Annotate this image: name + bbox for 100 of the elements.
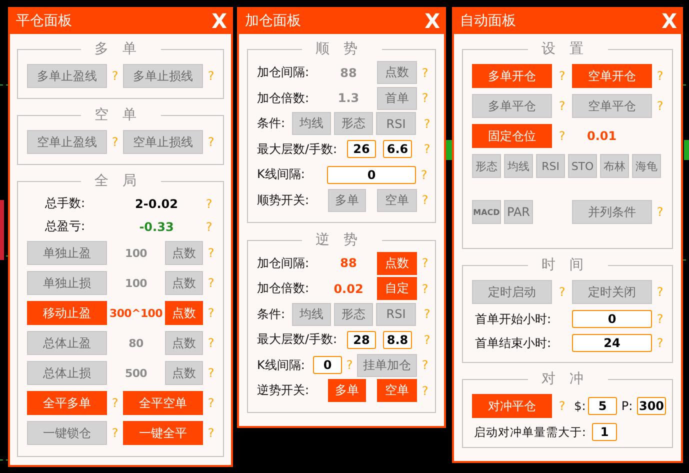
option-button[interactable]: 多单平仓 [472,94,552,118]
option-button[interactable]: 多单止盈线 [27,64,107,88]
option-button[interactable]: 点数 [165,361,203,385]
number-field[interactable]: 0 [572,310,652,328]
help-mark[interactable]: ? [417,193,433,207]
help-mark[interactable]: ? [552,129,572,143]
help-mark[interactable]: ? [203,306,219,320]
help-mark[interactable]: ? [203,396,219,410]
option-button[interactable]: 单独止损 [27,271,107,295]
option-button[interactable]: 定时关闭 [572,280,652,304]
help-mark[interactable]: ? [201,220,217,234]
option-button[interactable]: 点数 [165,301,203,325]
option-button[interactable]: 空单 [377,379,417,402]
option-button[interactable]: 全平多单 [27,391,107,415]
help-mark[interactable]: ? [107,69,123,83]
close-button[interactable]: X [212,10,227,32]
option-button[interactable]: 均线 [292,302,331,326]
number-field[interactable]: 6.6 [383,140,412,158]
help-mark[interactable]: ? [417,358,433,372]
help-mark[interactable]: ? [419,332,435,346]
help-mark[interactable]: ? [203,69,219,83]
close-button[interactable]: X [662,10,677,32]
number-field[interactable]: 300 [637,397,666,415]
option-button[interactable]: RSI [536,154,565,178]
option-button[interactable]: 一键全平 [123,421,203,445]
help-mark[interactable]: ? [416,168,432,182]
help-mark[interactable]: ? [552,399,572,413]
option-button[interactable]: 多单止损线 [123,64,203,88]
option-button[interactable]: 点数 [165,241,203,265]
help-mark[interactable]: ? [419,307,435,321]
help-mark[interactable]: ? [552,69,572,83]
help-mark[interactable]: ? [203,426,219,440]
help-mark[interactable]: ? [203,276,219,290]
number-field[interactable]: 24 [572,334,652,352]
option-button[interactable]: 全平空单 [123,391,203,415]
option-button[interactable]: 单独止盈 [27,241,107,265]
option-button[interactable]: 总体止损 [27,361,107,385]
option-button[interactable]: 均线 [292,112,331,135]
option-button[interactable]: RSI [376,302,416,326]
option-button[interactable]: 一键锁仓 [27,421,107,445]
option-button[interactable]: 总体止盈 [27,331,107,355]
option-button[interactable]: 并列条件 [572,200,652,224]
option-button[interactable]: 首单 [377,86,417,110]
option-button[interactable]: 点数 [377,252,417,274]
option-button[interactable]: 空单止损线 [123,130,203,154]
option-button[interactable]: 空单开仓 [572,64,652,88]
help-mark[interactable]: ? [417,282,433,296]
option-button[interactable]: 多单开仓 [472,64,552,88]
help-mark[interactable]: ? [417,91,433,105]
option-button[interactable]: 固定仓位 [472,124,552,148]
option-button[interactable]: STO [568,154,597,178]
option-button[interactable]: 多单 [328,188,366,212]
option-button[interactable]: 空单平仓 [572,94,652,118]
help-mark[interactable]: ? [652,285,668,299]
number-field[interactable]: 28 [347,330,376,348]
help-mark[interactable]: ? [342,358,357,372]
help-mark[interactable]: ? [419,142,435,156]
option-button[interactable]: 定时启动 [472,280,552,304]
option-button[interactable]: PAR [504,200,533,224]
help-mark[interactable]: ? [419,116,435,130]
help-mark[interactable]: ? [652,99,668,113]
help-mark[interactable]: ? [417,384,433,398]
option-button[interactable]: 移动止盈 [27,301,107,325]
option-button[interactable]: 点数 [165,271,203,295]
option-button[interactable]: 布林 [600,154,629,178]
option-button[interactable]: 空单 [377,188,417,212]
help-mark[interactable]: ? [417,66,433,80]
help-mark[interactable]: ? [652,336,668,350]
help-mark[interactable]: ? [552,99,572,113]
number-field[interactable]: 5 [588,397,617,415]
option-button[interactable]: 空单止盈线 [27,130,107,154]
help-mark[interactable]: ? [652,312,668,326]
option-button[interactable]: 自定 [377,277,417,300]
option-button[interactable]: MACD [472,200,501,224]
close-button[interactable]: X [424,10,440,32]
help-mark[interactable]: ? [203,366,219,380]
number-field[interactable]: 0 [313,356,342,374]
number-field[interactable]: 8.8 [383,330,412,348]
option-button[interactable]: 形态 [334,302,373,326]
help-mark[interactable]: ? [201,196,217,210]
option-button[interactable]: 形态 [472,154,501,178]
option-button[interactable]: 形态 [334,112,373,135]
help-mark[interactable]: ? [203,135,219,149]
option-button[interactable]: 点数 [377,61,417,84]
help-mark[interactable]: ? [552,285,572,299]
option-button[interactable]: 均线 [504,154,533,178]
help-mark[interactable]: ? [107,396,123,410]
help-mark[interactable]: ? [652,205,668,219]
help-mark[interactable]: ? [417,256,433,270]
option-button[interactable]: 点数 [165,331,203,355]
help-mark[interactable]: ? [107,426,123,440]
option-button[interactable]: 多单 [328,379,366,402]
option-button[interactable]: 对冲平仓 [472,394,552,418]
option-button[interactable]: RSI [376,112,416,135]
help-mark[interactable]: ? [107,135,123,149]
help-mark[interactable]: ? [203,336,219,350]
option-button[interactable]: 海龟 [632,154,661,178]
number-field[interactable]: 0 [327,166,416,184]
number-field[interactable]: 1 [592,423,617,441]
help-mark[interactable]: ? [652,69,668,83]
